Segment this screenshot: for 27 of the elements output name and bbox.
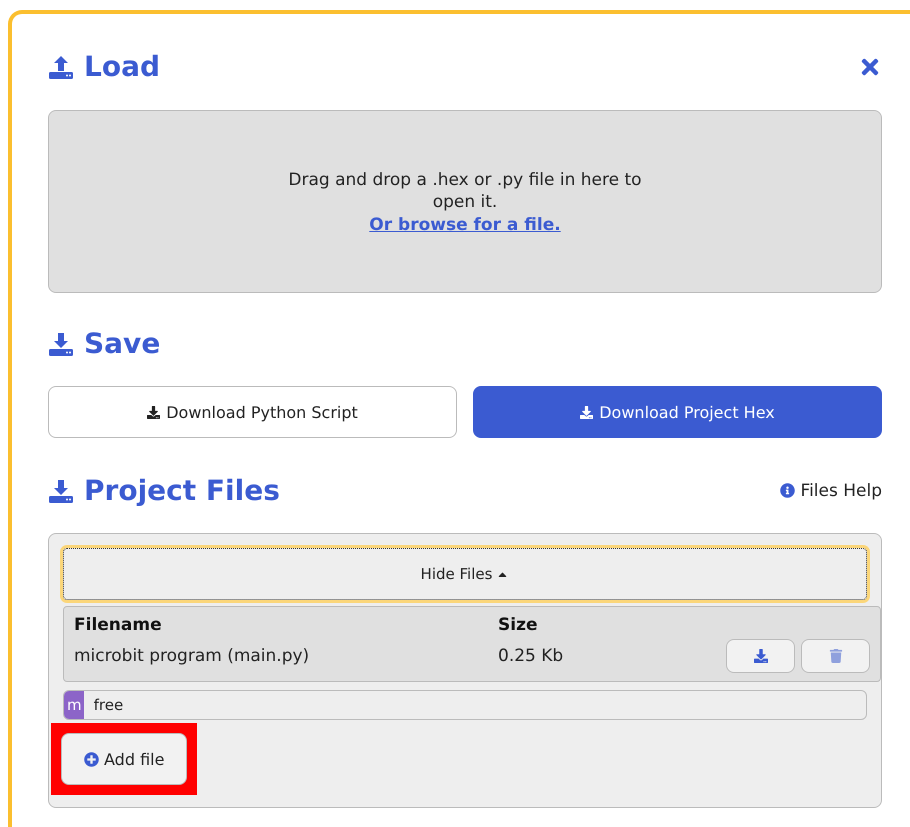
column-header: Filename <box>74 615 163 635</box>
save-title: Save <box>84 327 160 360</box>
storage-used-fill: m <box>64 691 84 719</box>
download-icon <box>48 478 74 504</box>
upload-icon <box>48 54 74 80</box>
download-icon <box>48 330 74 356</box>
project-files-title: Project Files <box>84 474 280 507</box>
plus-icon <box>84 752 99 766</box>
filename-cell-text: microbit program (main.py) <box>74 646 310 666</box>
download-icon <box>147 406 160 418</box>
download-icon <box>580 406 594 418</box>
files-help-link[interactable]: Files Help <box>780 480 882 500</box>
info-icon <box>780 483 795 498</box>
column-header: Size <box>498 615 538 635</box>
size-cell-text: 0.25 Kb <box>498 646 564 666</box>
download-button[interactable]: Download Python Script <box>48 386 457 438</box>
drop-instructions: Drag and drop a .hex or .py file in here to open it. <box>287 168 643 212</box>
browse-link[interactable]: Or browse for a file. <box>369 214 561 234</box>
download-file-button[interactable] <box>726 639 795 673</box>
trash-icon <box>828 649 842 663</box>
storage-free-label: free <box>94 696 124 714</box>
download-icon <box>754 649 768 663</box>
hide-files-button[interactable]: Hide Files <box>63 548 867 600</box>
drop-zone[interactable]: Drag and drop a .hex or .py file in here to open it. Or browse for a file. <box>48 110 882 293</box>
download-button[interactable]: Download Project Hex <box>473 386 882 438</box>
add-file-button[interactable]: Add file <box>61 733 188 785</box>
load-title: Load <box>84 50 160 83</box>
